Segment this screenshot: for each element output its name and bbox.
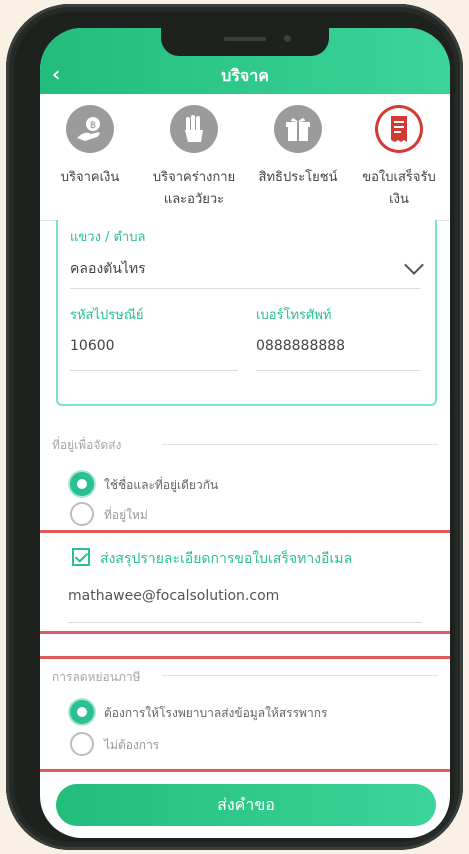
postcode-label: รหัสไปรษณีย์ [70, 308, 144, 323]
tab-label: ขอใบเสร็จรับ เงิน [362, 170, 436, 207]
postcode-underline [70, 370, 238, 371]
app-screen: ‹ บริจาค ฿ บริจาคเงิน บริจาคร่างกาย และอ… [40, 28, 450, 838]
postcode-field[interactable]: 10600 [70, 338, 115, 354]
chevron-down-icon[interactable] [404, 255, 424, 275]
phone-label: เบอร์โทรศัพท์ [256, 308, 332, 323]
hand-organ-icon [170, 105, 218, 153]
shipping-new-radio[interactable] [70, 502, 94, 526]
subdistrict-value[interactable]: คลองตันไทร [70, 258, 146, 280]
tab-label: บริจาคเงิน [60, 170, 120, 185]
tab-donate-organ[interactable]: บริจาคร่างกาย และอวัยวะ [140, 94, 248, 220]
phone-field[interactable]: 0888888888 [256, 338, 345, 354]
gift-icon [274, 105, 322, 153]
svg-text:฿: ฿ [90, 120, 96, 131]
phone-notch [161, 28, 329, 56]
donation-tabs: ฿ บริจาคเงิน บริจาคร่างกาย และอวัยวะ สิท… [40, 94, 450, 221]
tab-receipt[interactable]: ขอใบเสร็จรับ เงิน [348, 94, 450, 220]
front-camera [284, 35, 291, 42]
tab-benefits[interactable]: สิทธิประโยชน์ [248, 94, 348, 220]
phone-underline [256, 370, 420, 371]
submit-button[interactable]: ส่งคำขอ [56, 784, 436, 826]
tax-highlight-box [40, 656, 450, 772]
hand-coin-icon: ฿ [66, 105, 114, 153]
shipping-divider [162, 444, 438, 445]
shipping-same-radio[interactable] [70, 472, 94, 496]
subdistrict-underline [70, 288, 420, 289]
receipt-icon [375, 105, 423, 153]
subdistrict-label: แขวง / ตำบล [70, 230, 146, 245]
shipping-new-label: ที่อยู่ใหม่ [104, 508, 148, 522]
tab-label: สิทธิประโยชน์ [258, 170, 338, 185]
address-card: แขวง / ตำบล คลองตันไทร รหัสไปรษณีย์ 1060… [56, 220, 437, 406]
phone-frame: ‹ บริจาค ฿ บริจาคเงิน บริจาคร่างกาย และอ… [6, 4, 463, 850]
email-highlight-box [40, 530, 450, 634]
speaker [224, 37, 266, 41]
shipping-same-label: ใช้ชื่อและที่อยู่เดียวกัน [104, 478, 219, 492]
tab-donate-money[interactable]: ฿ บริจาคเงิน [40, 94, 140, 220]
shipping-header: ที่อยู่เพื่อจัดส่ง [52, 438, 122, 452]
page-title: บริจาค [221, 66, 269, 85]
tab-label: บริจาคร่างกาย และอวัยวะ [152, 170, 236, 207]
